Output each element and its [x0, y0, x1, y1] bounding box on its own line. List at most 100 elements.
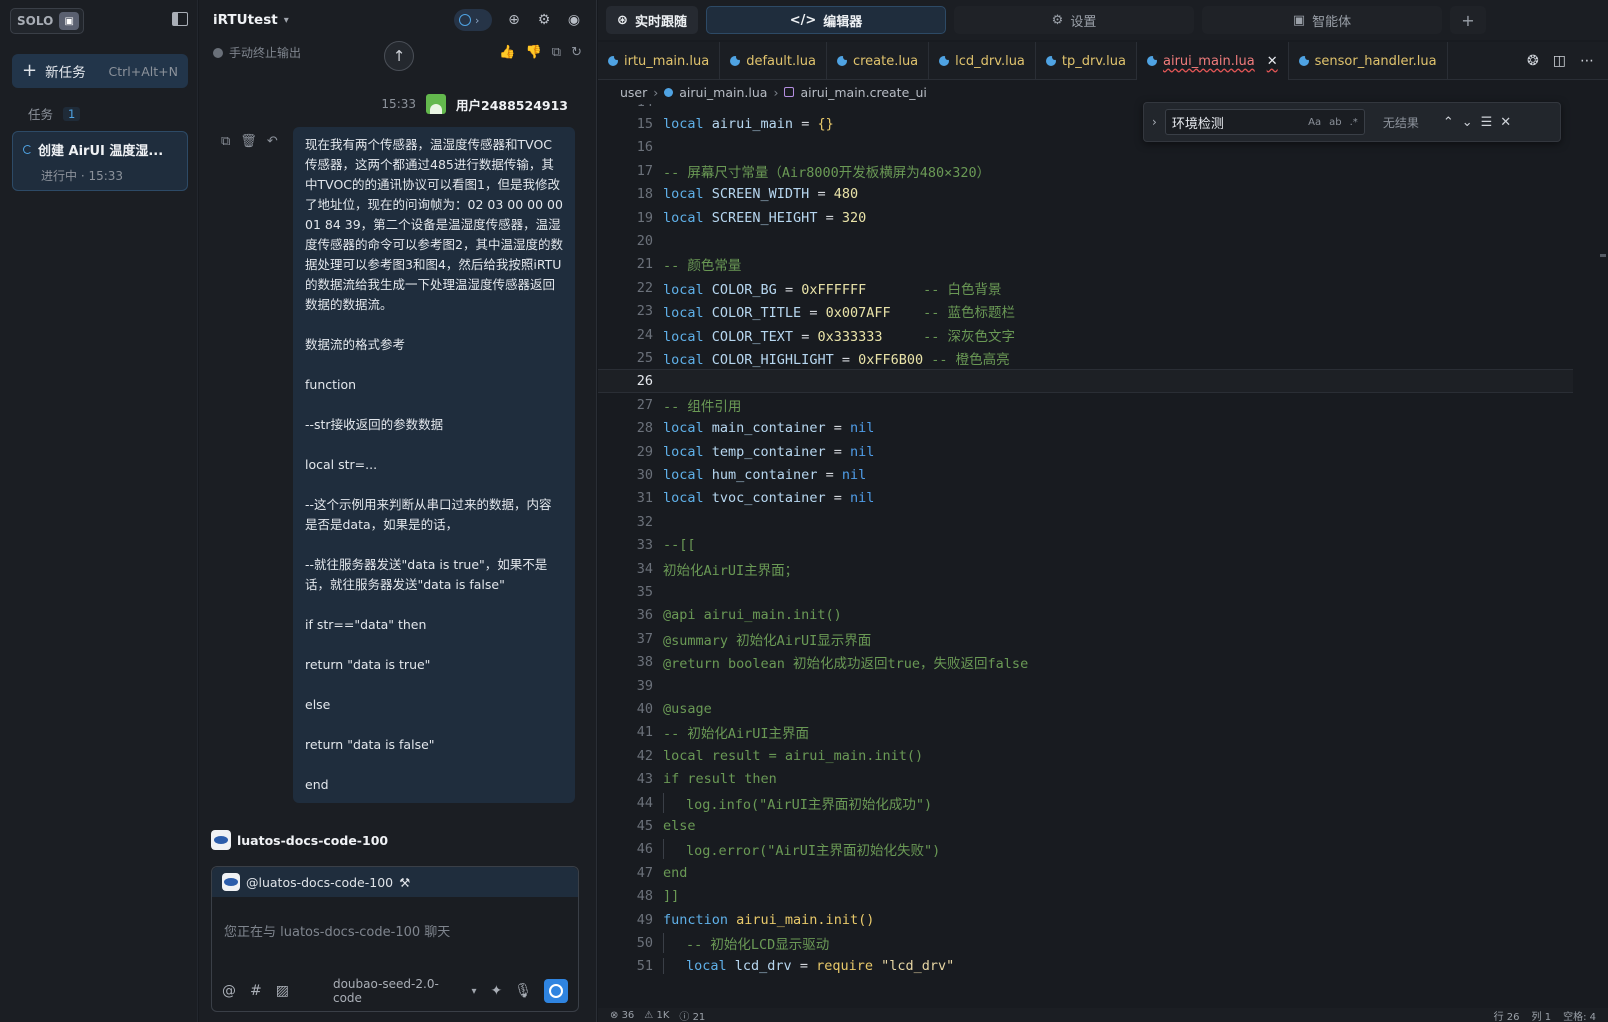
- ai-assist-icon[interactable]: ❂: [1527, 53, 1539, 69]
- code-line[interactable]: 43 if result then: [598, 767, 1573, 791]
- breadcrumb-folder[interactable]: user: [620, 85, 647, 100]
- chat-input[interactable]: [212, 897, 578, 967]
- code-line[interactable]: 38 @return boolean 初始化成功返回true，失败返回false: [598, 650, 1573, 674]
- split-editor-icon[interactable]: ◫: [1553, 53, 1566, 69]
- code-line[interactable]: 30 local hum_container = nil: [598, 463, 1573, 487]
- tab-settings[interactable]: ⚙ 设置: [954, 6, 1194, 34]
- regex-toggle[interactable]: .*: [1350, 117, 1358, 128]
- code-editor[interactable]: 1415local airui_main = {}1617-- 屏幕尺寸常量（A…: [598, 104, 1573, 1008]
- code-line[interactable]: 39: [598, 674, 1573, 698]
- code-line[interactable]: 37 @summary 初始化AirUI显示界面: [598, 627, 1573, 651]
- chevron-right-icon[interactable]: ›: [1152, 115, 1157, 129]
- file-tab[interactable]: irtu_main.lua: [598, 42, 721, 80]
- thumbs-up-icon[interactable]: 👍: [499, 45, 515, 60]
- find-input[interactable]: [1171, 114, 1301, 130]
- undo-icon[interactable]: ↶: [267, 134, 278, 149]
- close-icon[interactable]: ✕: [1267, 54, 1278, 69]
- code-line[interactable]: 19 local SCREEN_HEIGHT = 320: [598, 206, 1573, 230]
- code-line[interactable]: 17 -- 屏幕尺寸常量（Air8000开发板横屏为480×320）: [598, 159, 1573, 183]
- indent-setting[interactable]: 空格: 4: [1563, 1008, 1596, 1022]
- microphone-icon[interactable]: 🎙: [514, 983, 532, 999]
- code-line[interactable]: 51 local lcd_drv = require "lcd_drv": [598, 954, 1573, 978]
- scroll-up-button[interactable]: ↑: [384, 41, 414, 71]
- code-line[interactable]: 35: [598, 580, 1573, 604]
- file-tab[interactable]: create.lua: [827, 42, 930, 80]
- info-count[interactable]: ⓘ 21: [679, 1008, 705, 1022]
- gear-icon[interactable]: ⚙: [536, 12, 552, 28]
- new-chat-icon[interactable]: ⊕: [506, 12, 522, 28]
- copy-icon[interactable]: ⧉: [552, 45, 561, 60]
- code-line[interactable]: 47 end: [598, 861, 1573, 885]
- agent-mention-chip[interactable]: @luatos-docs-code-100 ⚒: [212, 867, 578, 897]
- code-line[interactable]: 18 local SCREEN_WIDTH = 480: [598, 182, 1573, 206]
- send-button[interactable]: [544, 979, 568, 1003]
- thumbs-down-icon[interactable]: 👎: [526, 45, 542, 60]
- close-icon[interactable]: ✕: [1500, 115, 1511, 130]
- code-line[interactable]: 24 local COLOR_TEXT = 0x333333 -- 深灰色文字: [598, 323, 1573, 347]
- code-line[interactable]: 49 function airui_main.init(): [598, 908, 1573, 932]
- new-task-button[interactable]: + 新任务 Ctrl+Alt+N: [12, 54, 188, 88]
- tab-live-follow[interactable]: ⊛ 实时跟随: [606, 6, 698, 34]
- stop-output-button[interactable]: 手动终止输出: [213, 44, 301, 61]
- code-line[interactable]: 20: [598, 229, 1573, 253]
- match-case-toggle[interactable]: Aa: [1308, 117, 1321, 128]
- code-line[interactable]: 34 初始化AirUI主界面；: [598, 557, 1573, 581]
- code-line[interactable]: 31 local tvoc_container = nil: [598, 486, 1573, 510]
- tab-agents[interactable]: ▣ 智能体: [1202, 6, 1442, 34]
- code-line[interactable]: 21 -- 颜色常量: [598, 252, 1573, 276]
- code-line[interactable]: 45 else: [598, 814, 1573, 838]
- error-count[interactable]: ⊗ 36: [610, 1010, 634, 1021]
- code-line[interactable]: 36 @api airui_main.init(): [598, 603, 1573, 627]
- code-line[interactable]: 40 @usage: [598, 697, 1573, 721]
- code-line[interactable]: 22 local COLOR_BG = 0xFFFFFF -- 白色背景: [598, 276, 1573, 300]
- breadcrumb-symbol[interactable]: airui_main.create_ui: [800, 85, 926, 100]
- code-line[interactable]: 41 -- 初始化AirUI主界面: [598, 720, 1573, 744]
- code-line[interactable]: 46 log.error("AirUI主界面初始化失败"): [598, 837, 1573, 861]
- cursor-row[interactable]: 行 26: [1494, 1008, 1520, 1022]
- code-line[interactable]: 33 --[[: [598, 533, 1573, 557]
- code-line[interactable]: 50 -- 初始化LCD显示驱动: [598, 931, 1573, 955]
- trash-icon[interactable]: 🗑: [240, 134, 257, 149]
- code-line[interactable]: 23 local COLOR_TITLE = 0x007AFF -- 蓝色标题栏: [598, 299, 1573, 323]
- task-item[interactable]: 创建 AirUI 温度湿... 进行中 · 15:33: [12, 131, 188, 191]
- chevron-up-icon[interactable]: ⌃: [1443, 115, 1454, 130]
- file-tab[interactable]: tp_drv.lua: [1036, 42, 1137, 80]
- sparkle-icon[interactable]: ✦: [490, 983, 502, 999]
- model-selector[interactable]: doubao-seed-2.0-code ▾: [333, 977, 477, 1005]
- copy-icon[interactable]: ⧉: [221, 134, 230, 149]
- image-icon[interactable]: ▨: [276, 983, 289, 999]
- more-icon[interactable]: ⋯: [1580, 53, 1594, 69]
- at-mention-icon[interactable]: @: [222, 983, 236, 999]
- auto-mode-toggle[interactable]: ›: [454, 9, 492, 31]
- code-line[interactable]: 44 log.info("AirUI主界面初始化成功"): [598, 791, 1573, 815]
- hash-icon[interactable]: #: [250, 983, 262, 999]
- file-tab-active[interactable]: airui_main.lua ✕: [1137, 42, 1289, 80]
- editor-scrollbar[interactable]: [1596, 104, 1608, 1004]
- code-line[interactable]: 29 local temp_container = nil: [598, 440, 1573, 464]
- project-selector[interactable]: iRTUtest ▾: [213, 12, 289, 28]
- cursor-col[interactable]: 列 1: [1532, 1008, 1552, 1022]
- chevron-down-icon: ▾: [471, 985, 477, 997]
- match-word-toggle[interactable]: ab: [1329, 117, 1341, 128]
- scrollbar-thumb[interactable]: [1600, 254, 1606, 257]
- file-tab[interactable]: sensor_handler.lua: [1289, 42, 1448, 80]
- file-tab[interactable]: lcd_drv.lua: [929, 42, 1036, 80]
- code-line[interactable]: 27 -- 组件引用: [598, 393, 1573, 417]
- tab-editor[interactable]: </> 编辑器: [706, 6, 946, 34]
- code-line[interactable]: 25 local COLOR_HIGHLIGHT = 0xFF6B00 -- 橙色…: [598, 346, 1573, 370]
- solo-mode-badge[interactable]: SOLO ▣: [10, 8, 85, 34]
- chevron-down-icon[interactable]: ⌄: [1462, 115, 1473, 130]
- file-tab[interactable]: default.lua: [720, 42, 827, 80]
- code-line[interactable]: 26: [598, 369, 1573, 394]
- find-in-selection-icon[interactable]: ☰: [1481, 115, 1493, 130]
- code-line[interactable]: 32: [598, 510, 1573, 534]
- account-icon[interactable]: ◉: [566, 12, 582, 28]
- code-line[interactable]: 28 local main_container = nil: [598, 416, 1573, 440]
- code-line[interactable]: 48]]: [598, 884, 1573, 908]
- sidebar-toggle-icon[interactable]: [172, 12, 188, 26]
- refresh-icon[interactable]: ↻: [571, 45, 582, 60]
- breadcrumb-file[interactable]: airui_main.lua: [679, 85, 767, 100]
- code-line[interactable]: 42 local result = airui_main.init(): [598, 744, 1573, 768]
- add-tab-button[interactable]: +: [1450, 6, 1486, 34]
- warning-count[interactable]: ⚠ 1K: [644, 1010, 669, 1021]
